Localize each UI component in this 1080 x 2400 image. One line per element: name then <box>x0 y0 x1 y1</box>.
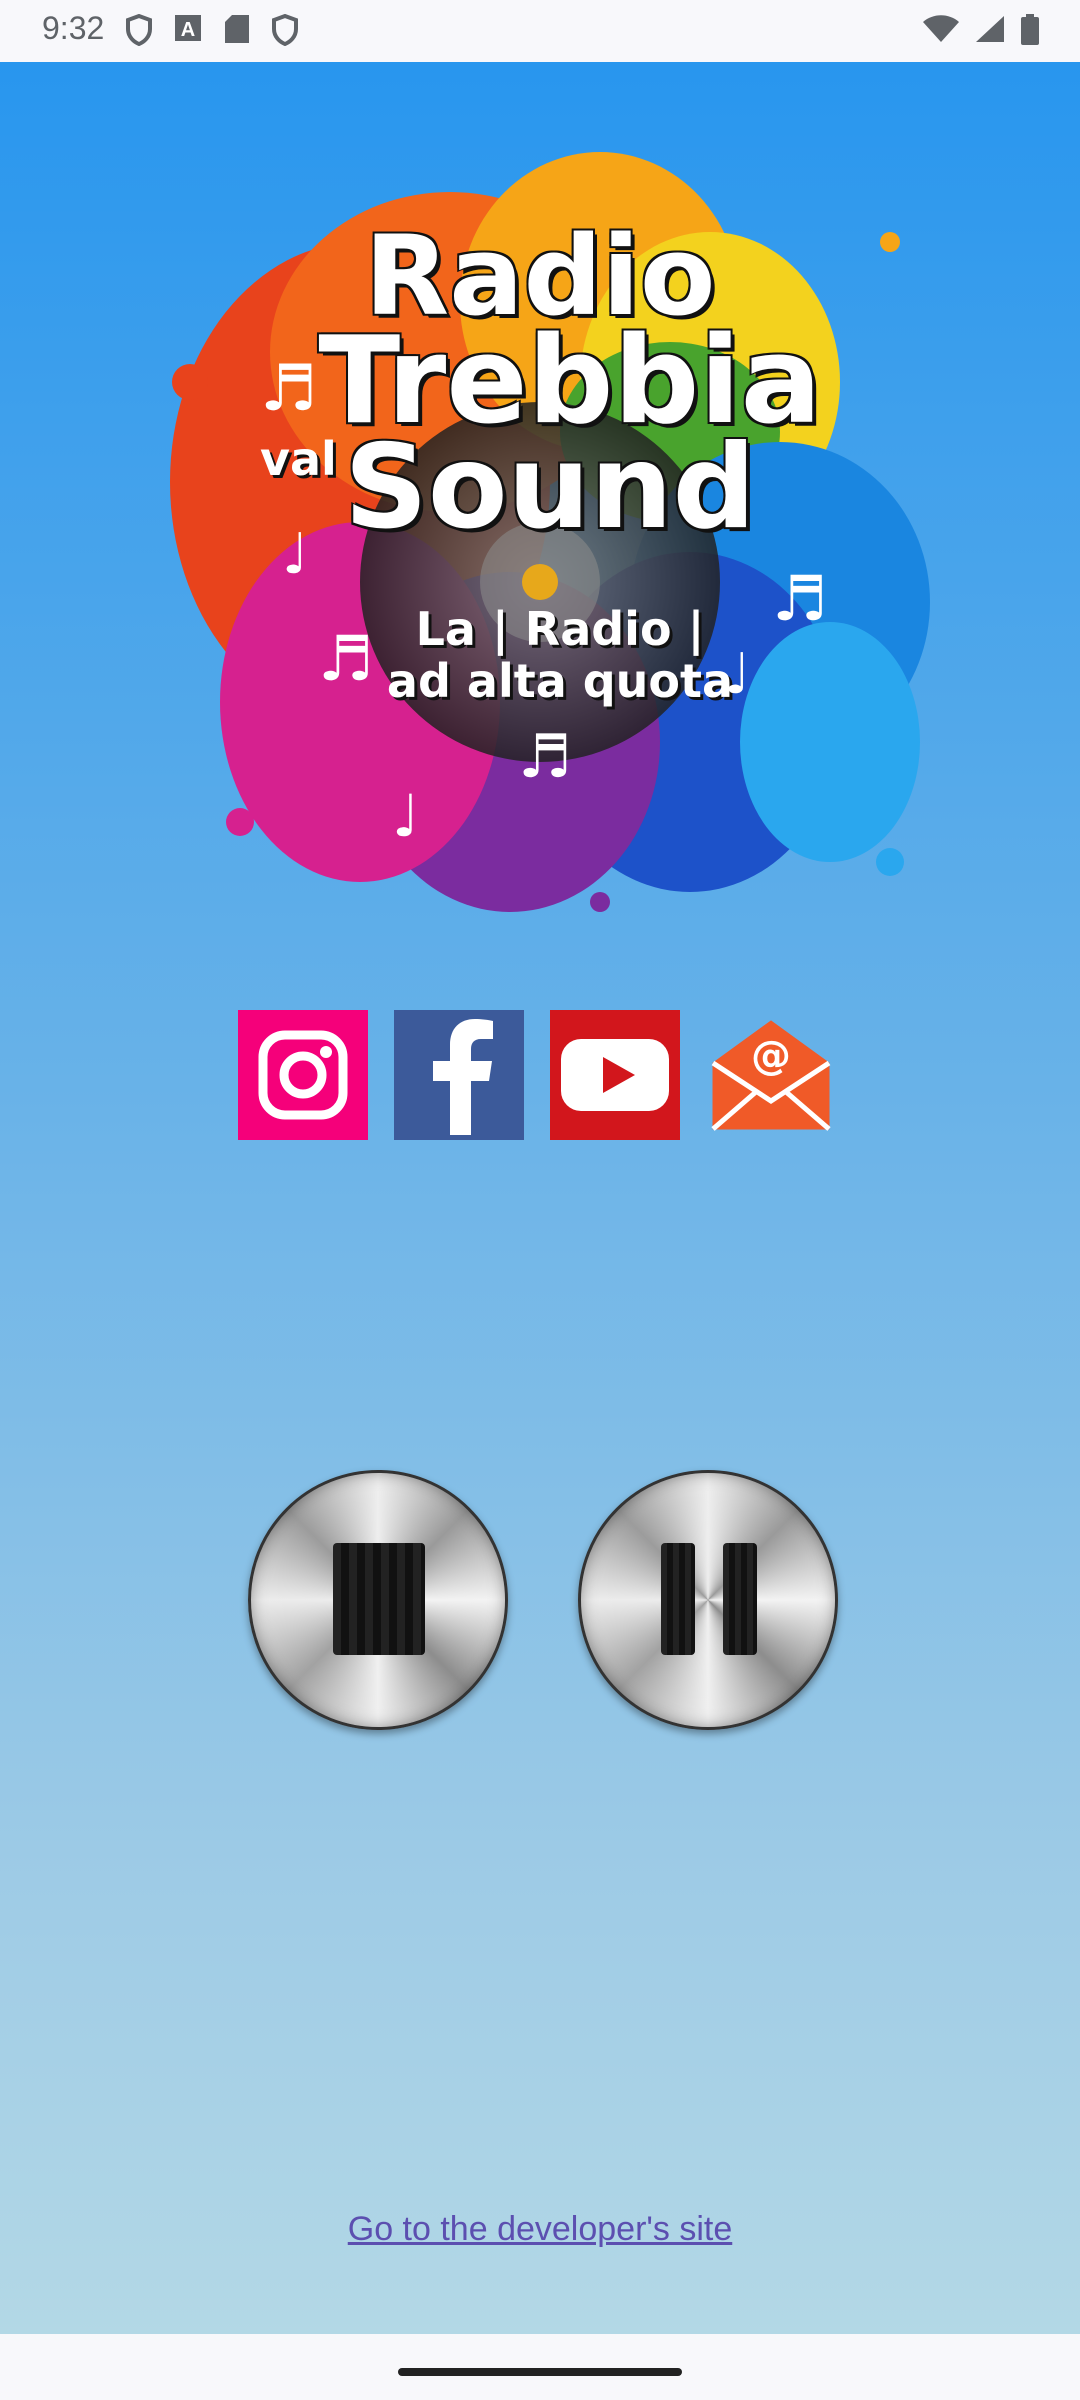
app-content: Radio Trebbia Sound val La | Radio | ad … <box>0 62 1080 2334</box>
facebook-button[interactable] <box>394 1010 524 1140</box>
email-button[interactable]: @ <box>706 1010 836 1140</box>
status-icons-left: A <box>126 14 298 46</box>
social-links-row: @ <box>238 1010 836 1140</box>
youtube-button[interactable] <box>550 1010 680 1140</box>
music-note-icon: ♩ <box>282 522 309 587</box>
battery-icon <box>1021 14 1039 45</box>
svg-text:A: A <box>181 19 195 41</box>
status-time: 9:32 <box>42 10 105 46</box>
station-logo: Radio Trebbia Sound val La | Radio | ad … <box>130 102 950 1002</box>
gesture-handle[interactable] <box>398 2368 682 2376</box>
status-icons-right <box>922 14 1040 46</box>
email-icon: @ <box>711 1020 831 1131</box>
pause-icon <box>661 1543 757 1655</box>
shield-icon <box>272 14 298 46</box>
stop-button[interactable] <box>248 1470 508 1730</box>
logo-prefix: val <box>260 432 337 486</box>
shield-icon <box>126 14 152 46</box>
navigation-bar <box>0 2334 1080 2400</box>
youtube-icon <box>561 1039 669 1111</box>
facebook-icon <box>433 1019 493 1135</box>
sd-card-icon <box>225 15 249 43</box>
music-note-icon: ♬ <box>772 562 828 635</box>
music-note-icon: ♩ <box>724 642 751 707</box>
a-badge-icon: A <box>175 15 201 41</box>
music-note-icon: ♩ <box>392 782 420 850</box>
instagram-icon <box>258 1030 348 1120</box>
svg-text:@: @ <box>751 1033 791 1079</box>
pause-button[interactable] <box>578 1470 838 1730</box>
player-controls <box>248 1470 838 1730</box>
status-bar: 9:32 A <box>0 0 1080 62</box>
developer-site-link[interactable]: Go to the developer's site <box>0 2210 1080 2249</box>
music-note-icon: ♬ <box>518 722 572 792</box>
stop-icon <box>333 1543 425 1655</box>
music-note-icon: ♬ <box>260 352 318 426</box>
cell-signal-icon <box>976 16 1004 42</box>
instagram-button[interactable] <box>238 1010 368 1140</box>
music-note-icon: ♬ <box>318 622 374 695</box>
wifi-icon <box>923 15 959 42</box>
